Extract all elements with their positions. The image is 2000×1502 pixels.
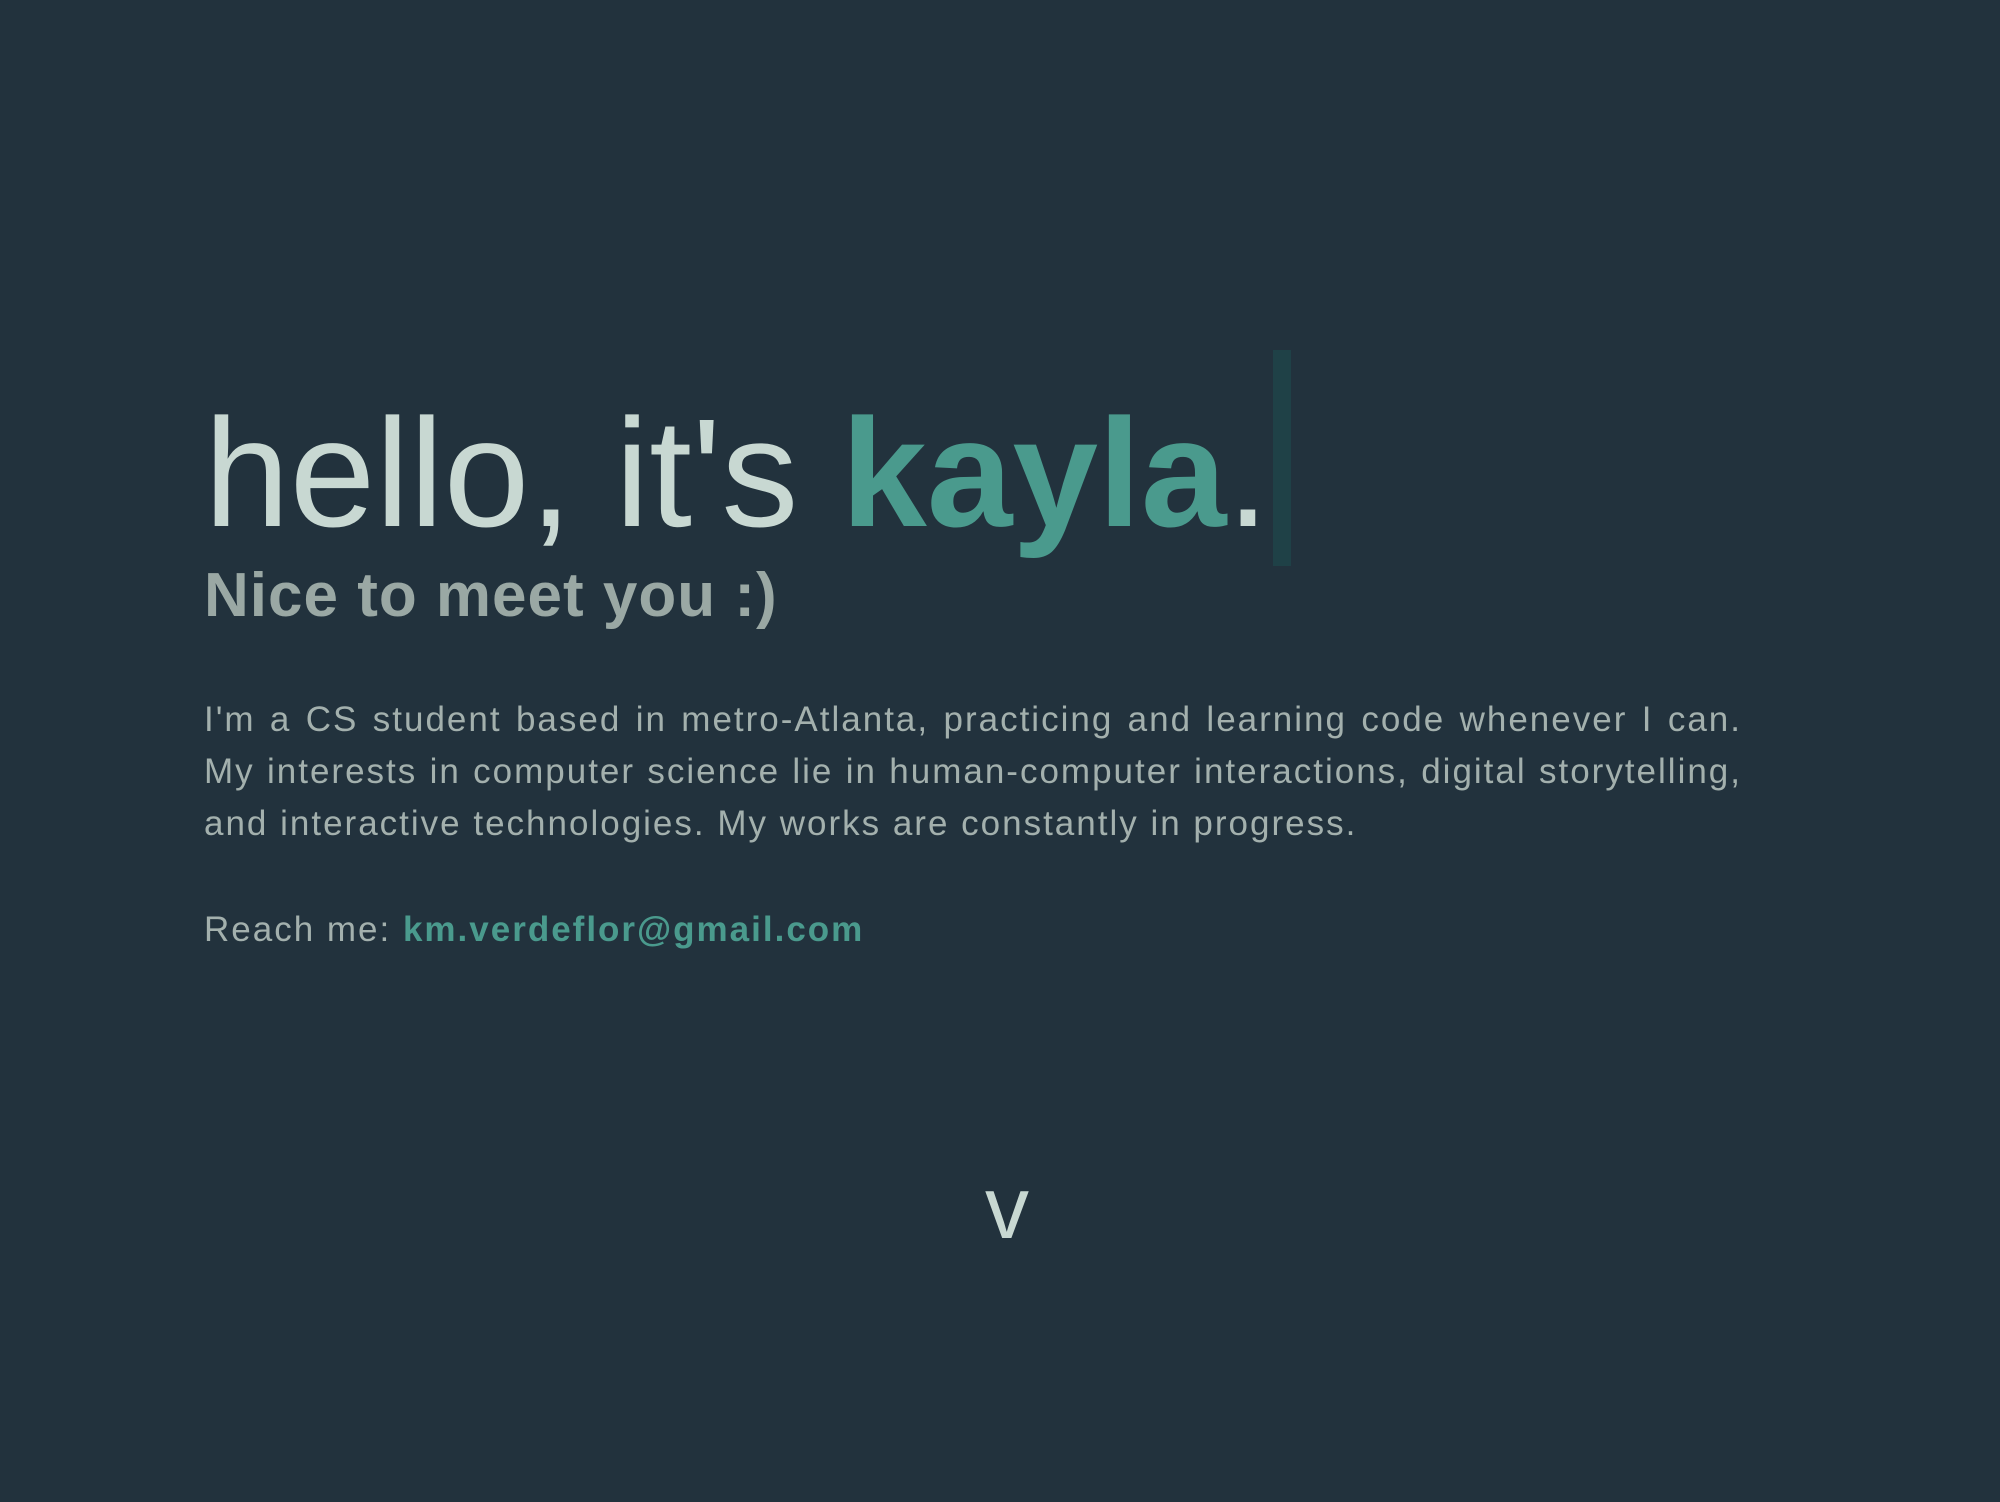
greeting-text: hello, it's (204, 387, 842, 559)
contact-label: Reach me: (204, 910, 403, 949)
page-title: hello, it's kayla. (204, 350, 1292, 566)
name-highlight: kayla (841, 387, 1227, 559)
contact-line: Reach me: km.verdeflor@gmail.com (204, 904, 864, 956)
email-link[interactable]: km.verdeflor@gmail.com (403, 910, 864, 949)
typing-cursor (1273, 350, 1292, 566)
subtitle: Nice to meet you :) (204, 561, 778, 630)
title-period: . (1226, 387, 1270, 559)
scroll-down-icon[interactable]: v (972, 1160, 1042, 1256)
bio-paragraph: I'm a CS student based in metro-Atlanta,… (204, 700, 1742, 843)
